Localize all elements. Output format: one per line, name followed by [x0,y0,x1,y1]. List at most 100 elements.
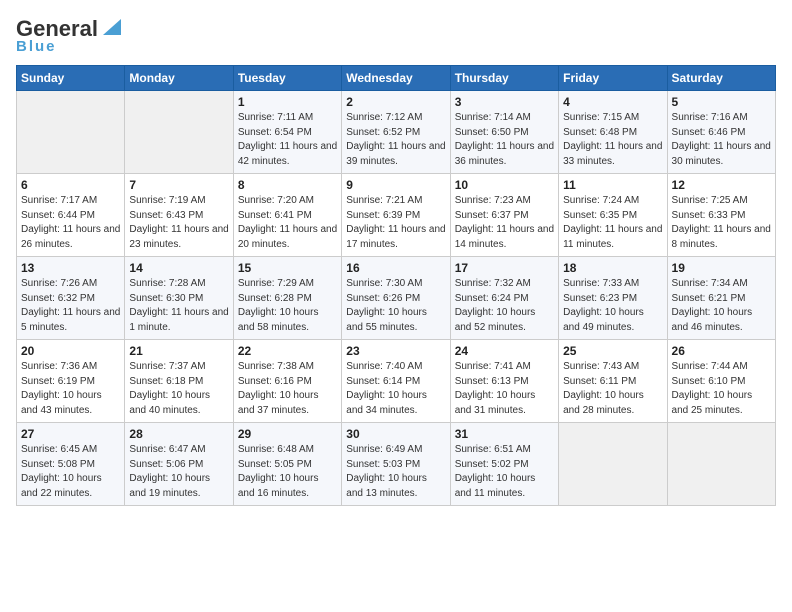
calendar-body: 1 Sunrise: 7:11 AM Sunset: 6:54 PM Daylig… [17,91,776,506]
day-info: Sunrise: 7:37 AM Sunset: 6:18 PM Dayligh… [129,360,228,418]
day-number: 9 [346,178,445,192]
day-info: Sunrise: 6:48 AM Sunset: 5:05 PM Dayligh… [238,443,337,501]
day-number: 25 [563,344,662,358]
day-number: 11 [563,178,662,192]
calendar-cell: 24 Sunrise: 7:41 AM Sunset: 6:13 PM Dayli… [450,340,558,423]
day-number: 19 [672,261,771,275]
day-info: Sunrise: 7:14 AM Sunset: 6:50 PM Dayligh… [455,111,554,169]
calendar-cell: 28Sunrise: 6:47 AM Sunset: 5:06 PM Dayli… [125,423,233,506]
day-info: Sunrise: 7:28 AM Sunset: 6:30 PM Dayligh… [129,277,228,335]
day-info: Sunrise: 7:12 AM Sunset: 6:52 PM Dayligh… [346,111,445,169]
day-info: Sunrise: 7:19 AM Sunset: 6:43 PM Dayligh… [129,194,228,252]
calendar-week-row: 1 Sunrise: 7:11 AM Sunset: 6:54 PM Daylig… [17,91,776,174]
day-number: 7 [129,178,228,192]
day-number: 15 [238,261,337,275]
calendar-cell: 12 Sunrise: 7:25 AM Sunset: 6:33 PM Dayli… [667,174,775,257]
calendar-cell: 7 Sunrise: 7:19 AM Sunset: 6:43 PM Daylig… [125,174,233,257]
calendar-week-row: 27 Sunrise: 6:45 AM Sunset: 5:08 PM Dayli… [17,423,776,506]
calendar-cell [667,423,775,506]
day-info: Sunrise: 7:23 AM Sunset: 6:37 PM Dayligh… [455,194,554,252]
day-info: Sunrise: 7:25 AM Sunset: 6:33 PM Dayligh… [672,194,771,252]
calendar-cell: 6Sunrise: 7:17 AM Sunset: 6:44 PM Daylig… [17,174,125,257]
day-info: Sunrise: 7:11 AM Sunset: 6:54 PM Dayligh… [238,111,337,169]
day-info: Sunrise: 7:21 AM Sunset: 6:39 PM Dayligh… [346,194,445,252]
day-of-week-header: Tuesday [233,66,341,91]
day-number: 18 [563,261,662,275]
calendar-cell: 5 Sunrise: 7:16 AM Sunset: 6:46 PM Daylig… [667,91,775,174]
day-number: 17 [455,261,554,275]
day-info: Sunrise: 7:33 AM Sunset: 6:23 PM Dayligh… [563,277,662,335]
day-number: 23 [346,344,445,358]
day-info: Sunrise: 7:16 AM Sunset: 6:46 PM Dayligh… [672,111,771,169]
logo-blue-text: Blue [16,38,57,55]
day-number: 31 [455,427,554,441]
calendar-week-row: 6Sunrise: 7:17 AM Sunset: 6:44 PM Daylig… [17,174,776,257]
day-info: Sunrise: 6:45 AM Sunset: 5:08 PM Dayligh… [21,443,120,501]
day-number: 1 [238,95,337,109]
day-number: 30 [346,427,445,441]
day-of-week-header: Thursday [450,66,558,91]
calendar-cell: 10 Sunrise: 7:23 AM Sunset: 6:37 PM Dayli… [450,174,558,257]
calendar-cell: 27 Sunrise: 6:45 AM Sunset: 5:08 PM Dayli… [17,423,125,506]
page-header: General Blue [16,16,776,55]
day-number: 2 [346,95,445,109]
day-info: Sunrise: 7:24 AM Sunset: 6:35 PM Dayligh… [563,194,662,252]
calendar-cell: 2 Sunrise: 7:12 AM Sunset: 6:52 PM Daylig… [342,91,450,174]
calendar-week-row: 13 Sunrise: 7:26 AM Sunset: 6:32 PM Dayli… [17,257,776,340]
calendar-cell: 18 Sunrise: 7:33 AM Sunset: 6:23 PM Dayli… [559,257,667,340]
calendar-cell: 20 Sunrise: 7:36 AM Sunset: 6:19 PM Dayli… [17,340,125,423]
day-number: 29 [238,427,337,441]
day-info: Sunrise: 6:49 AM Sunset: 5:03 PM Dayligh… [346,443,445,501]
day-number: 27 [21,427,120,441]
calendar-cell: 8 Sunrise: 7:20 AM Sunset: 6:41 PM Daylig… [233,174,341,257]
calendar-cell: 9 Sunrise: 7:21 AM Sunset: 6:39 PM Daylig… [342,174,450,257]
calendar-cell: 22Sunrise: 7:38 AM Sunset: 6:16 PM Dayli… [233,340,341,423]
day-number: 20 [21,344,120,358]
calendar-cell: 21 Sunrise: 7:37 AM Sunset: 6:18 PM Dayli… [125,340,233,423]
calendar-cell: 23Sunrise: 7:40 AM Sunset: 6:14 PM Dayli… [342,340,450,423]
day-number: 3 [455,95,554,109]
day-info: Sunrise: 7:32 AM Sunset: 6:24 PM Dayligh… [455,277,554,335]
day-info: Sunrise: 7:44 AM Sunset: 6:10 PM Dayligh… [672,360,771,418]
logo-arrow-icon [99,17,121,39]
calendar-cell: 11 Sunrise: 7:24 AM Sunset: 6:35 PM Dayli… [559,174,667,257]
day-number: 4 [563,95,662,109]
day-info: Sunrise: 7:29 AM Sunset: 6:28 PM Dayligh… [238,277,337,335]
calendar-cell: 30 Sunrise: 6:49 AM Sunset: 5:03 PM Dayli… [342,423,450,506]
day-number: 8 [238,178,337,192]
calendar-cell: 3 Sunrise: 7:14 AM Sunset: 6:50 PM Daylig… [450,91,558,174]
calendar-cell: 17 Sunrise: 7:32 AM Sunset: 6:24 PM Dayli… [450,257,558,340]
day-info: Sunrise: 7:36 AM Sunset: 6:19 PM Dayligh… [21,360,120,418]
day-of-week-header: Wednesday [342,66,450,91]
calendar-cell: 1 Sunrise: 7:11 AM Sunset: 6:54 PM Daylig… [233,91,341,174]
calendar-cell: 16Sunrise: 7:30 AM Sunset: 6:26 PM Dayli… [342,257,450,340]
day-number: 13 [21,261,120,275]
calendar-cell: 4 Sunrise: 7:15 AM Sunset: 6:48 PM Daylig… [559,91,667,174]
day-of-week-header: Saturday [667,66,775,91]
day-info: Sunrise: 6:47 AM Sunset: 5:06 PM Dayligh… [129,443,228,501]
day-of-week-header: Monday [125,66,233,91]
day-number: 10 [455,178,554,192]
day-of-week-header: Sunday [17,66,125,91]
day-info: Sunrise: 7:41 AM Sunset: 6:13 PM Dayligh… [455,360,554,418]
day-number: 12 [672,178,771,192]
calendar-cell [559,423,667,506]
calendar-cell [17,91,125,174]
calendar-cell: 29 Sunrise: 6:48 AM Sunset: 5:05 PM Dayli… [233,423,341,506]
day-info: Sunrise: 7:20 AM Sunset: 6:41 PM Dayligh… [238,194,337,252]
calendar-cell: 26Sunrise: 7:44 AM Sunset: 6:10 PM Dayli… [667,340,775,423]
day-of-week-header: Friday [559,66,667,91]
day-number: 14 [129,261,228,275]
day-number: 5 [672,95,771,109]
calendar-cell: 31Sunrise: 6:51 AM Sunset: 5:02 PM Dayli… [450,423,558,506]
day-info: Sunrise: 7:43 AM Sunset: 6:11 PM Dayligh… [563,360,662,418]
day-info: Sunrise: 7:26 AM Sunset: 6:32 PM Dayligh… [21,277,120,335]
calendar-header-row: SundayMondayTuesdayWednesdayThursdayFrid… [17,66,776,91]
day-number: 21 [129,344,228,358]
calendar-table: SundayMondayTuesdayWednesdayThursdayFrid… [16,65,776,506]
day-number: 24 [455,344,554,358]
day-number: 6 [21,178,120,192]
day-info: Sunrise: 7:15 AM Sunset: 6:48 PM Dayligh… [563,111,662,169]
day-info: Sunrise: 7:38 AM Sunset: 6:16 PM Dayligh… [238,360,337,418]
day-number: 16 [346,261,445,275]
